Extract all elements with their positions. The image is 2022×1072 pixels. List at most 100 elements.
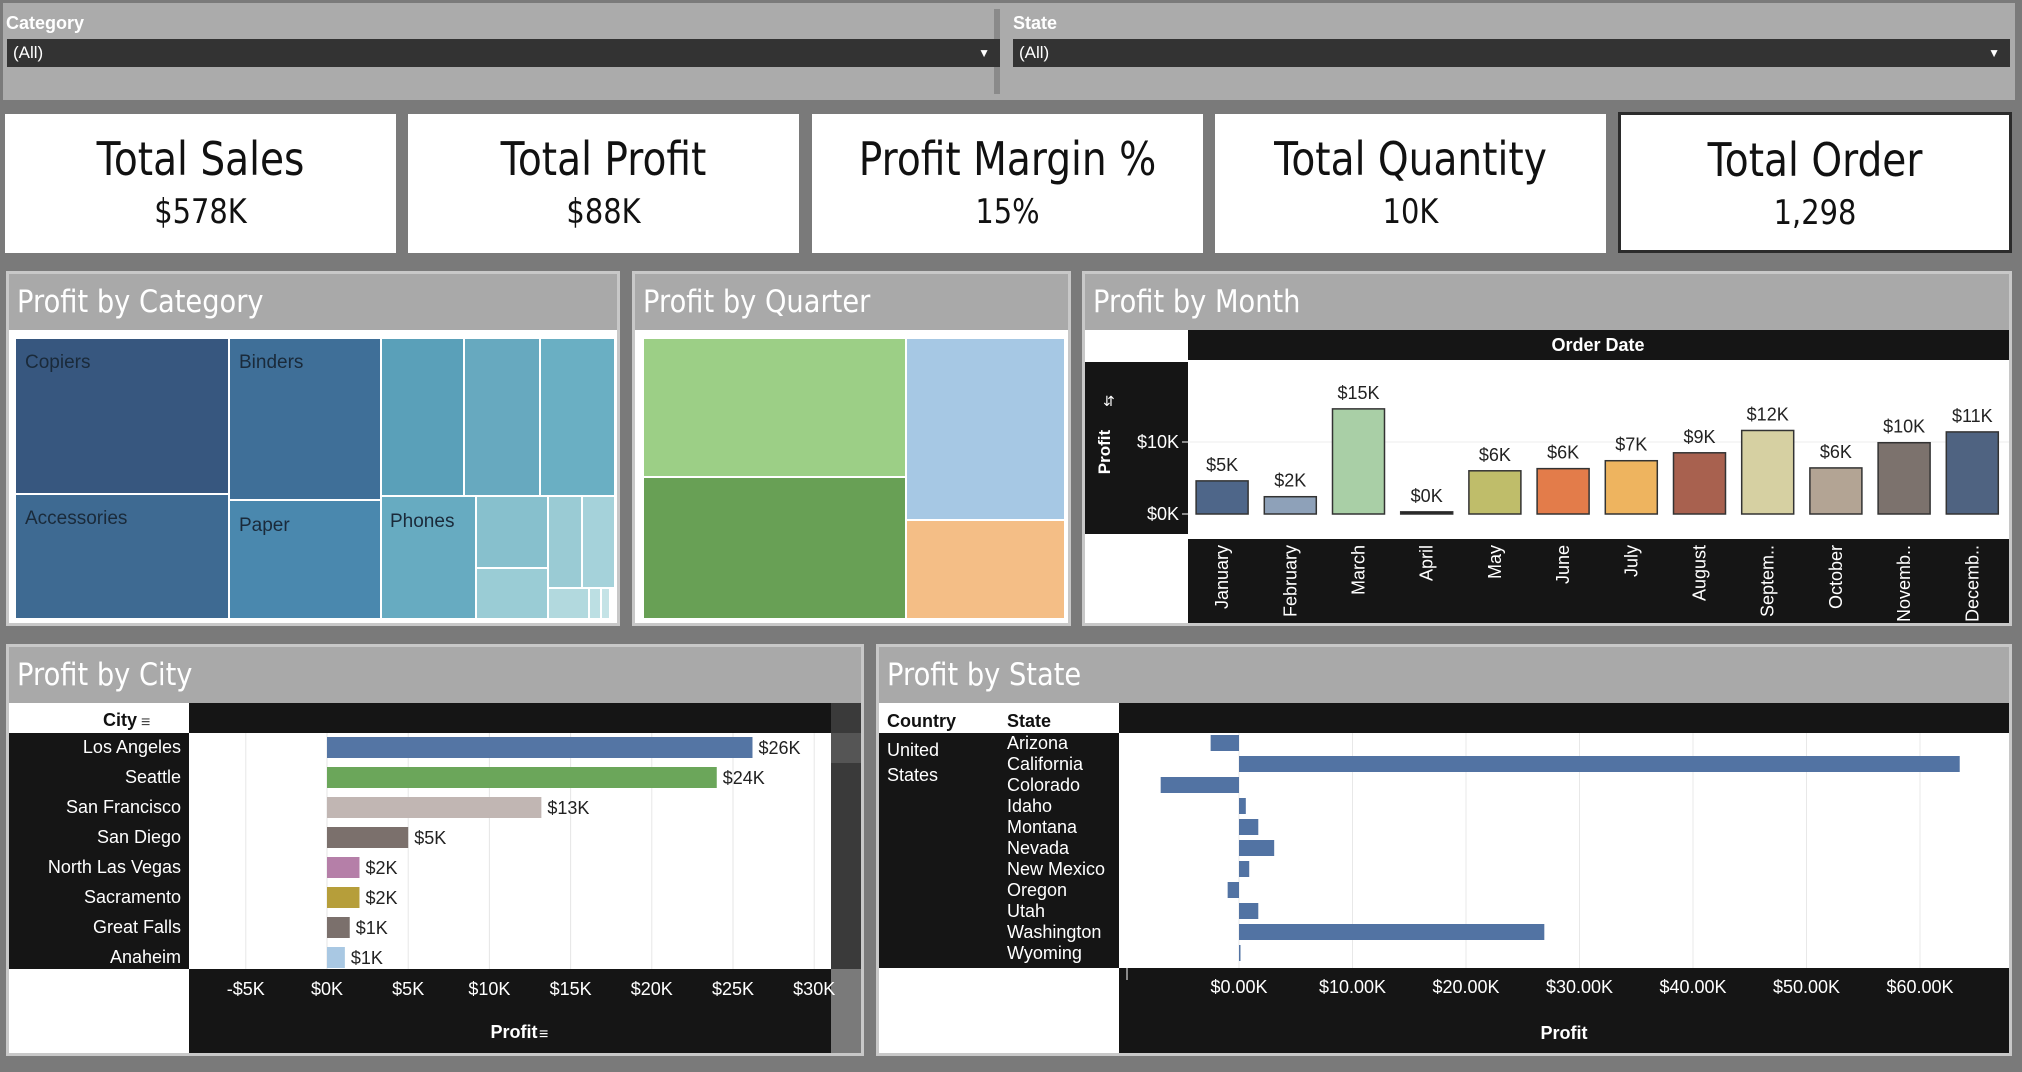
panel-title: Profit by Quarter xyxy=(635,274,1068,330)
x-axis-bg xyxy=(1188,539,2009,623)
kpi-title: Total Profit xyxy=(500,132,707,186)
month-bar-chart: Order Date Profit ⇵ $10K $0K $5K January $2K Feb… xyxy=(1085,330,2009,623)
header-bar[interactable] xyxy=(1119,703,2009,733)
treemap-label: Accessories xyxy=(25,508,128,529)
city-bar[interactable] xyxy=(327,887,360,908)
data-label: $26K xyxy=(758,738,800,758)
month-bar[interactable] xyxy=(1399,511,1454,515)
row-label: North Las Vegas xyxy=(48,857,181,877)
filter-category-label: Category xyxy=(6,13,85,33)
x-tick-label: October xyxy=(1826,545,1846,609)
x-axis-label: Profit xyxy=(1541,1023,1588,1043)
month-bar[interactable] xyxy=(1672,452,1727,515)
row-label: Great Falls xyxy=(93,917,181,937)
data-label: $10K xyxy=(1883,417,1925,437)
treemap-cell[interactable] xyxy=(548,588,589,619)
city-bar[interactable] xyxy=(327,767,717,788)
state-bar[interactable] xyxy=(1227,882,1239,898)
data-label: $1K xyxy=(351,948,383,968)
treemap-cell[interactable] xyxy=(582,496,615,588)
header-bar[interactable] xyxy=(189,703,831,733)
sort-icon: ≡ xyxy=(141,714,150,731)
x-tick-label: $20.00K xyxy=(1432,977,1499,997)
x-tick-label: $25K xyxy=(712,979,754,999)
x-tick-label: $30.00K xyxy=(1546,977,1613,997)
city-bar[interactable] xyxy=(327,947,345,968)
city-bar[interactable] xyxy=(327,827,409,848)
filter-state: State (All) ▼ xyxy=(1012,9,2012,94)
state-bar[interactable] xyxy=(1239,861,1250,877)
category-dropdown[interactable]: (All) ▼ xyxy=(7,39,1000,67)
treemap-cell[interactable] xyxy=(589,588,601,619)
month-bar[interactable] xyxy=(1263,495,1318,515)
state-bar[interactable] xyxy=(1239,903,1259,919)
row-label: Wyoming xyxy=(1007,943,1082,963)
treemap-cell[interactable] xyxy=(464,338,540,496)
treemap-cell[interactable] xyxy=(476,568,548,619)
row-header: City xyxy=(103,710,137,730)
month-bar[interactable] xyxy=(1945,431,2000,515)
kpi-total-order[interactable]: Total Order 1,298 xyxy=(1618,112,2012,253)
treemap-cell-quarter[interactable] xyxy=(906,520,1065,619)
sort-icon: ≡ xyxy=(539,1026,548,1043)
x-tick-label: July xyxy=(1621,545,1641,577)
kpi-profit-margin[interactable]: Profit Margin % 15% xyxy=(812,114,1203,253)
month-bar[interactable] xyxy=(1604,459,1659,515)
month-bar[interactable] xyxy=(1740,429,1795,515)
month-bar[interactable] xyxy=(1877,441,1931,515)
month-bar[interactable] xyxy=(1195,480,1249,515)
data-label: $12K xyxy=(1747,404,1789,424)
scrollbar-thumb[interactable] xyxy=(831,733,861,763)
treemap-cell[interactable] xyxy=(381,338,464,496)
sort-icon: ⇵ xyxy=(1103,393,1115,409)
filter-category: Category (All) ▼ xyxy=(3,9,1000,94)
treemap-cell[interactable] xyxy=(601,588,610,619)
state-dropdown[interactable]: (All) ▼ xyxy=(1013,39,2010,67)
data-label: $11K xyxy=(1952,406,1993,426)
filter-state-label: State xyxy=(1013,13,1058,33)
kpi-total-sales[interactable]: Total Sales $578K xyxy=(5,114,396,253)
row-label: Washington xyxy=(1007,922,1101,942)
x-tick-label: Septem.. xyxy=(1758,545,1778,617)
month-bar[interactable] xyxy=(1468,470,1522,515)
state-bar[interactable] xyxy=(1239,945,1241,961)
row-label: Oregon xyxy=(1007,880,1067,900)
month-bar[interactable] xyxy=(1331,408,1386,515)
month-bar[interactable] xyxy=(1809,467,1863,515)
state-bar[interactable] xyxy=(1160,777,1239,793)
state-bar[interactable] xyxy=(1239,840,1275,856)
treemap-cell[interactable] xyxy=(476,496,548,568)
city-bar[interactable] xyxy=(327,857,360,878)
row-label: Los Angeles xyxy=(83,737,181,757)
treemap-cell-quarter[interactable] xyxy=(643,477,906,619)
city-bar[interactable] xyxy=(327,737,753,758)
kpi-total-quantity[interactable]: Total Quantity 10K xyxy=(1215,114,1606,253)
data-label: $13K xyxy=(547,798,589,818)
city-bar[interactable] xyxy=(327,917,350,938)
kpi-total-profit[interactable]: Total Profit $88K xyxy=(408,114,799,253)
panel-profit-by-state: Profit by State Country State United States… xyxy=(876,644,2012,1056)
panel-profit-by-category: Profit by Category Copiers Accessories B… xyxy=(6,271,620,626)
scroll-corner xyxy=(831,969,861,1053)
month-bar[interactable] xyxy=(1536,467,1590,515)
x-tick-label: $50.00K xyxy=(1773,977,1840,997)
treemap-cell-quarter[interactable] xyxy=(643,338,906,477)
state-bar[interactable] xyxy=(1210,735,1239,751)
x-tick-label: Decemb.. xyxy=(1962,545,1982,622)
state-bar[interactable] xyxy=(1239,756,1960,772)
treemap-cell[interactable] xyxy=(540,338,615,496)
x-tick-label: June xyxy=(1553,545,1573,584)
x-tick-label: April xyxy=(1417,545,1437,581)
state-bar[interactable] xyxy=(1239,924,1545,940)
state-bar[interactable] xyxy=(1239,798,1246,814)
city-bar[interactable] xyxy=(327,797,542,818)
category-treemap: Copiers Accessories Binders Paper Phones xyxy=(15,338,615,619)
treemap-cell[interactable] xyxy=(548,496,582,588)
state-bar[interactable] xyxy=(1239,819,1259,835)
category-dropdown-value: (All) xyxy=(13,43,44,62)
treemap-cell-quarter[interactable] xyxy=(906,338,1065,520)
x-tick-label: $10.00K xyxy=(1319,977,1386,997)
x-tick-label: $0.00K xyxy=(1210,977,1267,997)
row-label: California xyxy=(1007,754,1084,774)
data-label: $6K xyxy=(1479,445,1511,465)
